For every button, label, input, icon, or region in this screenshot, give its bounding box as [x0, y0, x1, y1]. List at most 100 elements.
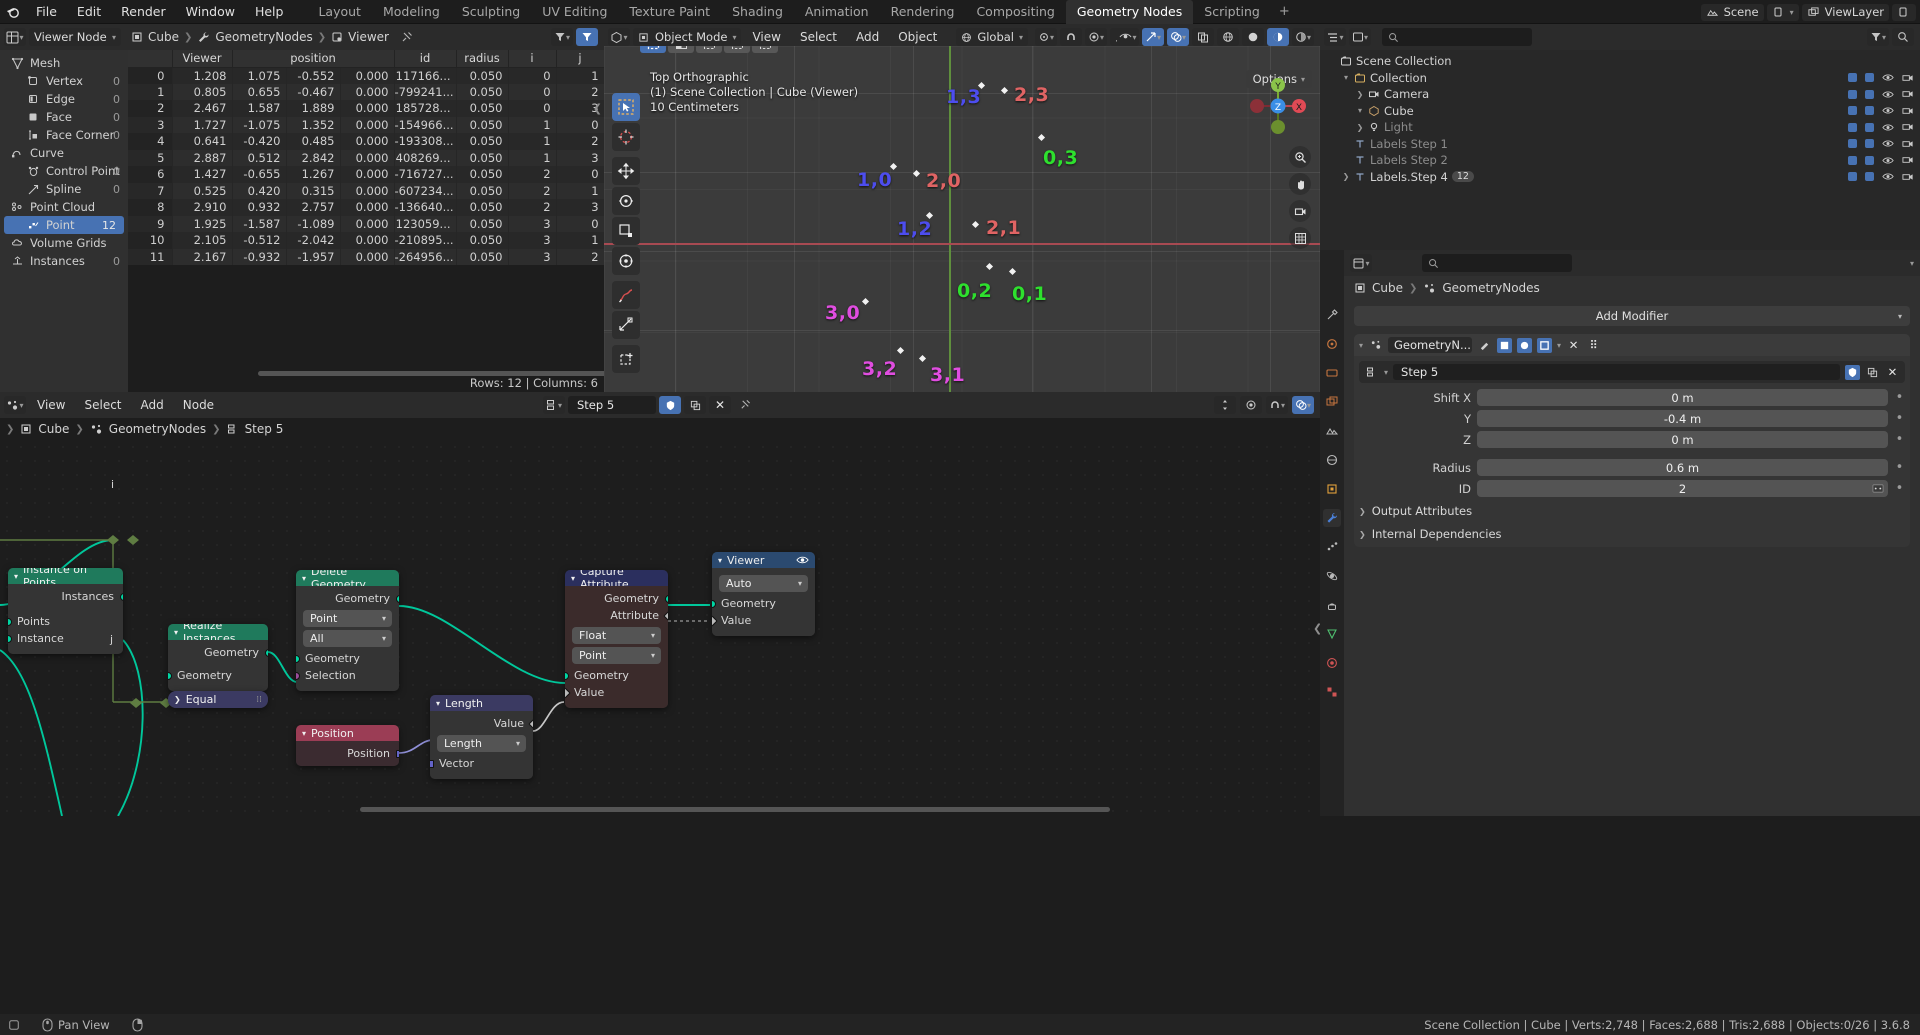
close-icon[interactable]: ✕ — [1566, 338, 1581, 353]
object-mode-dropdown[interactable]: Object Mode ▾ — [633, 28, 742, 46]
transform-tool-icon[interactable] — [612, 247, 640, 275]
modifier-name-field[interactable]: GeometryN... — [1388, 337, 1473, 353]
annotate-tool-icon[interactable] — [612, 281, 640, 309]
blender-logo-icon[interactable] — [0, 0, 26, 24]
render-tab-icon[interactable] — [1323, 335, 1341, 353]
filter-icon[interactable]: ▾ — [551, 28, 573, 46]
socket-dot-geometry[interactable] — [119, 592, 123, 601]
node-tree-icon[interactable]: ▾ — [543, 396, 565, 414]
select-extend-icon[interactable] — [696, 46, 722, 53]
spreadsheet-editor-icon[interactable]: ▾ — [4, 28, 26, 46]
domain-mesh[interactable]: Mesh — [4, 54, 128, 72]
col-radius[interactable]: radius — [456, 50, 509, 68]
outliner-editor-icon[interactable]: ▾ — [1324, 28, 1346, 46]
overlays-icon[interactable]: ▾ — [1167, 28, 1189, 46]
socket-points-in[interactable]: Points — [8, 613, 123, 630]
socket-dot-geometry[interactable] — [8, 617, 12, 626]
shading-material-icon[interactable] — [1267, 28, 1289, 46]
dropdown-mode[interactable]: All ▾ — [303, 630, 392, 647]
eye-icon[interactable] — [1882, 73, 1894, 82]
dataset-mode-dropdown[interactable]: Viewer Node ▾ — [29, 28, 121, 46]
zoom-icon[interactable] — [1289, 146, 1311, 168]
pan-icon[interactable] — [1289, 173, 1311, 195]
pin-icon[interactable] — [734, 396, 756, 414]
shield-icon[interactable] — [1845, 364, 1860, 380]
socket-dot-geometry[interactable] — [296, 654, 300, 663]
outliner-row[interactable]: ▾ Cube — [1320, 103, 1920, 120]
modifier-input-field[interactable]: 0.6 m — [1477, 459, 1888, 476]
copy-icon[interactable] — [1865, 365, 1880, 380]
constraints-tab-icon[interactable] — [1323, 596, 1341, 614]
properties-header-menu-icon[interactable]: ▾ — [1910, 259, 1914, 268]
domain-face-corner[interactable]: Face Corner 0 — [4, 126, 128, 144]
proportional-edit-icon[interactable]: ▾ — [1085, 28, 1108, 46]
socket-dot-geometry[interactable] — [264, 648, 268, 657]
panel-internal-dependencies[interactable]: ❯ Internal Dependencies — [1359, 524, 1905, 544]
viewport-menu-select[interactable]: Select — [792, 28, 845, 46]
chevron-right-icon[interactable]: ❯ — [1340, 172, 1352, 181]
scene-tab-icon[interactable] — [1323, 422, 1341, 440]
outliner-row[interactable]: ❯ Labels.Step 4 12 — [1320, 169, 1920, 186]
domain-face[interactable]: Face 0 — [4, 108, 128, 126]
status-blender-icon[interactable] — [8, 1019, 20, 1031]
socket-value-in[interactable]: Value — [712, 612, 815, 629]
move-view-icon[interactable] — [1214, 396, 1236, 414]
shading-rendered-icon[interactable]: ▾ — [1292, 28, 1314, 46]
camera-render-icon[interactable] — [1902, 122, 1914, 132]
xray-icon[interactable] — [1192, 28, 1214, 46]
tab-modeling[interactable]: Modeling — [372, 0, 451, 24]
dropdown-domain[interactable]: Auto ▾ — [719, 575, 808, 592]
outliner-selectable-checkbox[interactable] — [1848, 155, 1857, 165]
spreadsheet-modifier-name[interactable]: GeometryNodes — [215, 30, 312, 44]
chevron-down-icon[interactable]: ▾ — [1354, 106, 1366, 115]
node-menu-add[interactable]: Add — [133, 396, 172, 414]
camera-render-icon[interactable] — [1902, 139, 1914, 149]
attribute-input-toggle[interactable]: • — [1894, 432, 1905, 447]
add-workspace-button[interactable]: + — [1271, 0, 1298, 24]
navigation-gizmo[interactable]: Y X Z — [1246, 74, 1310, 138]
socket-geometry-in[interactable]: Geometry — [712, 595, 815, 612]
outliner-row[interactable]: Labels Step 2 — [1320, 152, 1920, 169]
socket-dot-geometry[interactable] — [712, 599, 716, 608]
socket-dot-vector[interactable] — [430, 759, 434, 768]
texture-tab-icon[interactable] — [1323, 683, 1341, 701]
modifier-tab-icon[interactable] — [1323, 509, 1341, 527]
chevron-down-icon[interactable]: ▾ — [174, 628, 178, 637]
outliner-selectable-checkbox[interactable] — [1848, 139, 1857, 149]
menu-help[interactable]: Help — [245, 0, 294, 24]
outliner-row[interactable]: ❯ Light — [1320, 119, 1920, 136]
socket-dot-geometry[interactable] — [168, 671, 172, 680]
properties-modifier-name[interactable]: GeometryNodes — [1442, 281, 1539, 295]
tab-compositing[interactable]: Compositing — [965, 0, 1065, 24]
add-modifier-button[interactable]: Add Modifier ▾ — [1354, 306, 1910, 326]
outliner-selectable-checkbox[interactable] — [1848, 89, 1857, 99]
snap-target-icon[interactable]: ▾ — [1035, 28, 1058, 46]
cursor-tool-icon[interactable] — [612, 123, 640, 151]
attribute-input-toggle[interactable]: • — [1894, 481, 1905, 496]
sidebar-collapse-icon[interactable]: ❮ — [593, 102, 602, 115]
snap-icon[interactable]: ▾ — [1266, 396, 1288, 414]
node-hscrollbar[interactable] — [360, 807, 1110, 812]
node-group-name-field[interactable]: Step 5 — [568, 396, 656, 414]
chevron-down-icon[interactable]: ▾ — [571, 574, 575, 583]
domain-volume-grids[interactable]: Volume Grids — [4, 234, 128, 252]
attribute-input-toggle[interactable]: • — [1894, 411, 1905, 426]
select-intersect-icon[interactable] — [752, 46, 778, 53]
socket-dot-geometry[interactable] — [395, 594, 399, 603]
viewport-canvas[interactable]: Top Orthographic (1) Scene Collection | … — [604, 46, 1320, 392]
menu-window[interactable]: Window — [176, 0, 245, 24]
outliner-selectable-checkbox[interactable] — [1848, 73, 1857, 83]
socket-dot-vector[interactable] — [395, 749, 399, 758]
node-menu-node[interactable]: Node — [175, 396, 222, 414]
domain-point[interactable]: Point 12 — [4, 216, 124, 234]
dropdown-operation[interactable]: Length ▾ — [437, 735, 526, 752]
physics-tab-icon[interactable] — [1323, 567, 1341, 585]
modifier-input-field[interactable]: 2 — [1477, 480, 1888, 497]
tab-layout[interactable]: Layout — [307, 0, 372, 24]
viewlayer-tab-icon[interactable] — [1323, 393, 1341, 411]
dropdown-domain[interactable]: Point ▾ — [572, 647, 661, 664]
viewport-menu-object[interactable]: Object — [890, 28, 945, 46]
outliner-search-icon[interactable] — [1892, 28, 1914, 46]
new-scene-button[interactable]: ▾ — [1766, 3, 1799, 21]
chevron-down-icon[interactable]: ▾ — [1340, 73, 1352, 82]
